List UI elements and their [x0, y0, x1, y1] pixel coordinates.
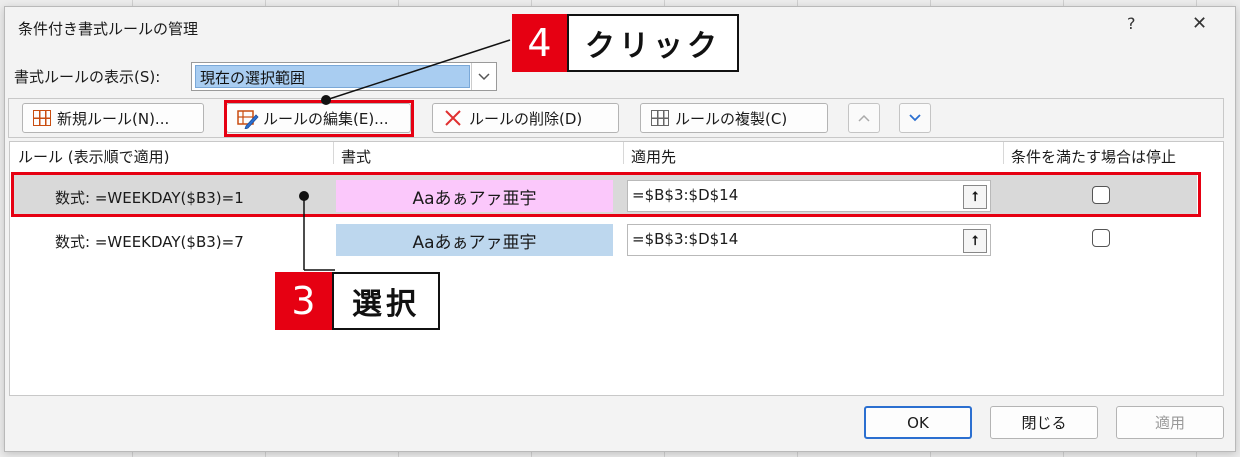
- step4-number: 4: [512, 14, 567, 72]
- step3-label: 選択: [332, 272, 440, 330]
- step4-label: クリック: [567, 14, 739, 72]
- step3-number: 3: [275, 272, 332, 330]
